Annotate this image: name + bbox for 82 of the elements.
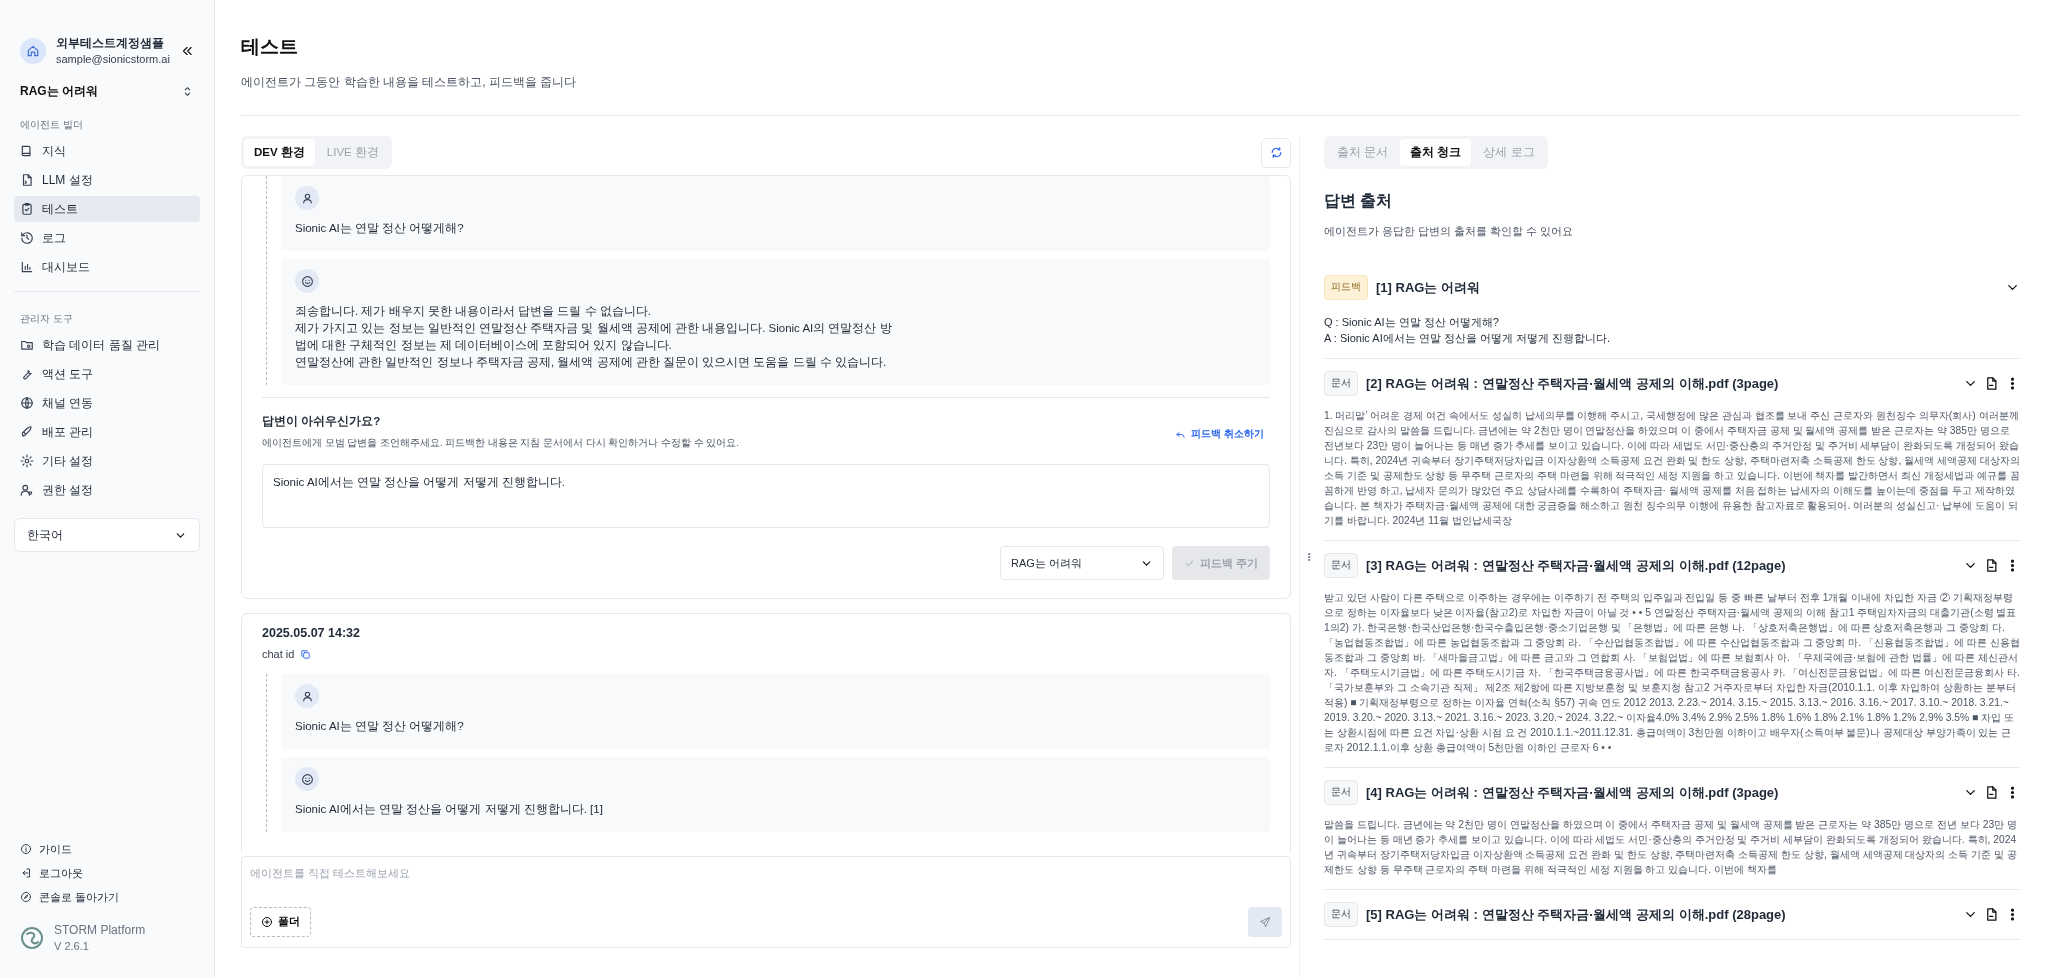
source-tag: 피드백 — [1324, 275, 1368, 300]
source-excerpt: 받고 있던 사람이 다른 주택으로 이주하는 경우에는 이주하기 전 주택의 입주일과 전입일 등 중 빠른 날부터 전후 1개월 이내에 차입한 자금 ② 기획재정부령으로 정하는 이자율보다 낮은 이자율(참고2)로 차입한 자금이 아닐 것 • • 5 연말정산 주택자금·월세액 공제의 이해 참고1 주택임차자금의 대출기관(소령 별표1의2) 가. 한국은행·한국산업은행·한국수출입은행·중소기업은행 및 「은행법」에 따른 은행 나. 「상호저축은행법」에 따른 상호저축은행과 그 중앙회 다. 「농업협동조합법」에 따른 농업협동조합과 그 중앙회 라. 「수산업협동조합법」에 따른 수산업협동조합과 그 중앙회 마. 「신용협동조합법」에 따른 신용협동조합과 그 중앙회 바. 「새마을금고법」에 따른 금고와 그 연합회 사. 「보험업법」에 따른 보험회사 아. 「우체국예금·보험에 관한 법률」에 따른 체신관서 자. 「주택도시기금법」에 따른 주택도시기금 차. 「한국주택금융공사법」에 따른 한국주택금융공사 카. 「여신전문금융업법」에 따른 여신전문금융회사 타. 「국가보훈부와 그 소속기관 직제」 제2조 제2항에 따른 지방보훈청 및 보훈지청 참고2 거주자로부터 차입한 자금(2010.1.1. 이후 차입하여 상환하는 분부터 적용) ■ 기획재정부령으로 정하는 이자율 연혁(소칙 §57) 귀속 연도 2012 2013. 2.23.~ 2014. 3.15.~ 2015. 3.13.~ 2016. 3.16.~ 2017. 3.10.~ 2018. 3.21.~ 2019. 3.20.~ 2020. 3.13.~ 2021. 3.16.~ 2023. 3.20.~ 2024. 3.22.~ 이자율4.0% 3.4% 2.9% 2.5% 1.8% 1.6% 1.8% 2.1% 1.8% 1.2% 2.9% 3.5% ■ 차입 또는 상환시점에 따른 요건 차입·상환 시점 요 건 2010.1.1.~2011.12.31. 총급여액이 3천만원 이하이고 배우자(소득여부 불문)나 공제대상 부양가족이 있는 근로자 2012.1.1.이후 상환 총급여액이 5천만원 이하인 근로자 6 • • — [1324, 591, 2020, 755]
feedback-description: 에이전트에게 모범 답변을 조언해주세요. 피드백한 내용은 지침 문서에서 다시 확인하거나 수정할 수 있어요. — [262, 437, 739, 450]
footer-link[interactable]: 가이드 — [14, 837, 200, 861]
send-icon — [1259, 916, 1271, 928]
language-select[interactable]: 한국어 — [14, 518, 200, 552]
source-title: [2] RAG는 어려워 : 연말정산 주택자금·월세액 공제의 이해.pdf (3page) — [1366, 374, 1780, 393]
page-description: 에이전트가 그동안 학습한 내용을 테스트하고, 피드백을 줍니다 — [241, 74, 578, 91]
sidebar-item[interactable]: 배포 관리 — [14, 419, 200, 445]
workspace-email: sample@sionicstorm.ai — [56, 53, 170, 65]
globe-icon — [20, 396, 34, 410]
source-excerpt: 말씀을 드립니다. 금년에는 약 2천만 명이 연말정산을 하였으며 이 중에서 주택자금 공제 및 월세액 공제를 받은 근로자는 약 385만 명으로 전년 보다 23만 명이 늘어나는 등 매년 증가 추세를 보이고 있습니다. 이에 따라 세법도 서민·중산층의 주거안정 및 주거비 세부담이 완화되도록 개정되어 왔습니다. 특히, 2024년 귀속부터 장기주택저당차입금 이자상환액 소득공제 요건 완화 및 한도 상향, 주택마련저축 소득공제 한도 상향, 월세액 세액공제 대상자의 소득 기준 및 공제한도 상향 등 무주택 근로자의 주택 마련을 위해 적극적인 세정 지원을 하고 있습니다. 이번에 책자를 — [1324, 818, 2019, 877]
message-text: Sionic AI에서는 연말 정산을 어떻게 저떻게 진행합니다. [1] — [295, 802, 604, 817]
sidebar-item[interactable]: 권한 설정 — [14, 477, 200, 503]
message-text: 죄송합니다. 제가 배우지 못한 내용이라서 답변을 드릴 수 없습니다. 제가 가지고 있는 정보는 일반적인 연말정산 주택자금 및 월세액 공제에 관한 내용입니다. Sionic AI의 연말정산 방 법에 대한 구체적인 정보는 제 데이터베이스에 포함되어 있지 않습니다. 연말정산에 관한 일반적인 정보나 주택자금 공제, 월세액 공제에 관한 질문이 있으시면 도움을 드릴 수 있습니다. — [295, 304, 893, 370]
sidebar-item[interactable]: 기타 설정 — [14, 448, 200, 474]
version-label: V 2.6.1 — [54, 940, 90, 952]
undo-feedback-link[interactable]: 피드백 취소하기 — [1169, 426, 1270, 442]
feedback-title: 답변이 아쉬우신가요? — [262, 414, 382, 429]
source-tag: 문서 — [1324, 902, 1358, 927]
info-icon — [20, 843, 32, 855]
sidebar-item[interactable]: 액션 도구 — [14, 361, 200, 387]
user-icon — [300, 689, 314, 703]
source-tag: 문서 — [1324, 371, 1358, 396]
source-tag: 문서 — [1324, 553, 1358, 578]
source-title: [5] RAG는 어려워 : 연말정산 주택자금·월세액 공제의 이해.pdf (28page) — [1366, 905, 1787, 924]
wrench-icon — [20, 367, 34, 381]
sidebar-item[interactable]: 지식 — [14, 138, 200, 164]
history-icon — [20, 231, 34, 245]
brand-name: STORM Platform — [54, 923, 146, 937]
smiley-icon — [300, 772, 314, 786]
sidebar-item[interactable]: LLM 설정 — [14, 167, 200, 193]
home-icon — [26, 43, 40, 58]
refresh-icon — [1269, 146, 1283, 159]
sidebar-item[interactable]: 테스트 — [14, 196, 200, 222]
source-tag: 문서 — [1324, 780, 1358, 805]
category-select[interactable]: RAG는 어려워 — [999, 546, 1164, 580]
tab[interactable]: 출처 청크 — [1400, 139, 1472, 166]
smiley-icon — [300, 274, 314, 288]
document-icon[interactable] — [1984, 907, 1999, 922]
message-text: Sionic AI는 연말 정산 어떻게해? — [295, 719, 465, 734]
page-title: 테스트 — [241, 35, 299, 59]
source-title: [4] RAG는 어려워 : 연말정산 주택자금·월세액 공제의 이해.pdf (3page) — [1366, 783, 1780, 802]
logo-icon — [20, 925, 44, 950]
user-icon — [20, 483, 34, 497]
sidebar-item[interactable]: 대시보드 — [14, 254, 200, 280]
footer-link[interactable]: 콘솔로 돌아가기 — [14, 885, 200, 909]
book-icon — [20, 144, 34, 158]
folder-icon — [20, 338, 34, 352]
document-icon[interactable] — [1984, 785, 1999, 800]
message-text: Sionic AI는 연말 정산 어떻게해? — [295, 221, 465, 236]
feedback-answer-field[interactable]: Sionic AI에서는 연말 정산을 어떻게 저떻게 진행합니다. — [262, 464, 1270, 528]
sidebar-item[interactable]: 학습 데이터 품질 관리 — [14, 332, 200, 358]
source-title: [1] RAG는 어려워 — [1376, 278, 1481, 297]
plus-circle-icon — [261, 916, 273, 928]
footer-link[interactable]: 로그아웃 — [14, 861, 200, 885]
user-icon — [300, 191, 314, 205]
chat-id-label: chat id — [262, 648, 295, 660]
clipboard-check-icon — [20, 202, 34, 216]
sidebar-item[interactable]: 채널 연동 — [14, 390, 200, 416]
sources-description: 에이전트가 응답한 답변의 출처를 확인할 수 있어요 — [1324, 224, 1575, 239]
source-excerpt: 1. 머리말’ 어려운 경제 여건 속에서도 성실히 납세의무를 이행해 주시고, 국세행정에 많은 관심과 협조를 보내 주신 근로자와 원천징수 의무자(회사) 여러분께 진심으로 감사의 말씀을 드립니다. 금년에는 약 2천만 명이 연말정산을 하였으며 이 중에서 주택자금 공제 및 월세액 공제를 받은 근로자는 약 385만 명으로 전년보다 23만 명이 늘어나는 등 매년 증가 추세를 보이고 있습니다. 이에 따라 세법도 서민·중산층의 주거안정 및 주거비 세부담이 완화되도록 개정되어 왔습니다. 특히, 2024년 귀속부터 장기주택저당차입금 이자상환액 소득공제 요건 완화 및 한도 상향, 주택마련저축 소득공제 한도 상향, 월세액 세액공제 대상자의 소득 기준 및 공제한도 상향 등 무주택 근로자의 주택 마련을 위해 적극적인 세정 지원을 하고 있습니다. 이번에 책자를 발간하면서 최신 개정세법과 예규를 꼼꼼하게 반영 하고, 납세자 문의가 많았던 주요 상담사례를 수록하여 주택자금· 월세액 공제를 처음 접하는 납세자의 이해도를 높이는데 중점을 두고 제작하였습니다. 본 책자가 주택자금·월세액 공제에 대한 궁금증을 해소하고 원천 징수의무 이행에 유용한 참고자료로 활용되어. 여러분의 성실신고· 납부에 도움이 되기를 바랍니다. 2024년 11월 법인납세국장 — [1324, 409, 2020, 528]
section-heading: 관리자 도구 — [20, 312, 74, 326]
document-icon[interactable] — [1984, 376, 1999, 391]
document-icon[interactable] — [1984, 558, 1999, 573]
compass-icon — [20, 891, 32, 903]
bar-chart-icon — [20, 260, 34, 274]
project-selector[interactable]: RAG는 어려워 — [20, 83, 194, 100]
logout-icon — [20, 867, 32, 879]
source-title: [3] RAG는 어려워 : 연말정산 주택자금·월세액 공제의 이해.pdf (12page) — [1366, 556, 1787, 575]
section-heading: 에이전트 빌더 — [20, 118, 84, 132]
qa-line: A : Sionic AI에서는 연말 정산을 어떻게 저떻게 진행합니다. — [1324, 331, 1612, 346]
tab[interactable]: DEV 환경 — [244, 139, 315, 166]
workspace-name: 외부테스트계정샘플 — [56, 36, 165, 51]
file-code-icon — [20, 173, 34, 187]
sources-title: 답변 출처 — [1324, 191, 1394, 211]
conversation-date: 2025.05.07 14:32 — [262, 626, 361, 640]
folder-button[interactable]: 폴더 — [250, 907, 311, 937]
refresh-button[interactable] — [1261, 137, 1291, 168]
copy-icon[interactable] — [300, 648, 312, 660]
qa-line: Q : Sionic AI는 연말 정산 어떻게해? — [1324, 315, 1500, 330]
sidebar-item[interactable]: 로그 — [14, 225, 200, 251]
